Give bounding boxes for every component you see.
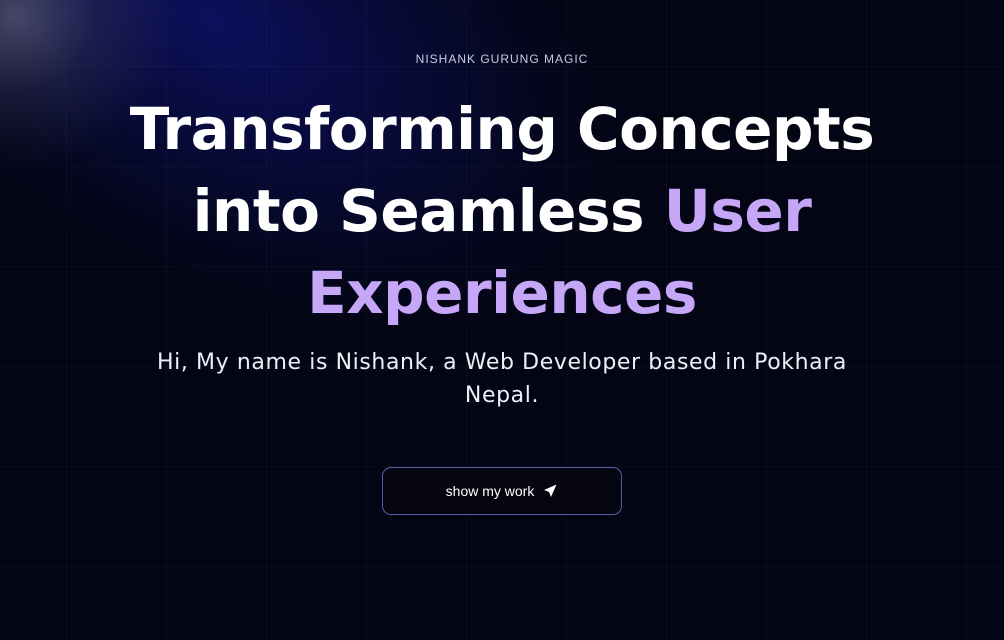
headline-line-3: Experiences [307,259,697,327]
headline-line-1: Transforming Concepts [129,95,875,163]
hero-headline: Transforming Concepts into Seamless User… [92,88,912,334]
hero-eyebrow: NISHANK GURUNG MAGIC [415,52,589,66]
hero-section: NISHANK GURUNG MAGIC Transforming Concep… [0,0,1004,640]
send-icon [542,483,558,499]
headline-plain-text: into Seamless [192,177,664,245]
show-my-work-label: show my work [445,483,535,499]
headline-line-2: into Seamless User [92,170,912,252]
hero-subtitle: Hi, My name is Nishank, a Web Developer … [157,350,847,408]
headline-accent-text: User [663,177,812,245]
show-my-work-button[interactable]: show my work [382,467,622,515]
